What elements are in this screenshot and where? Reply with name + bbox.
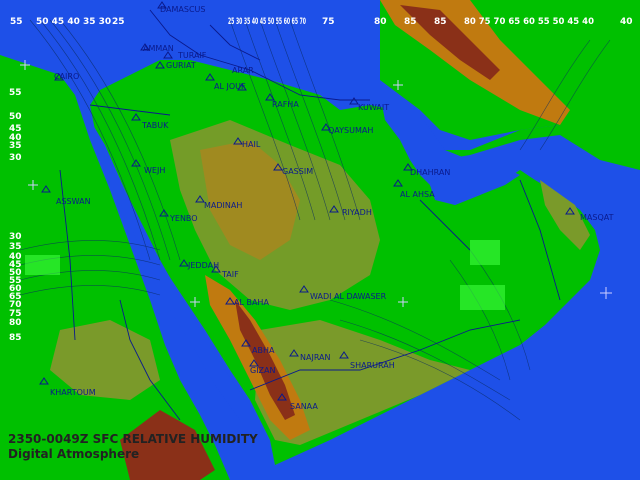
city-label: KUWAIT	[358, 103, 389, 112]
city-label: MADINAH	[204, 201, 242, 210]
city-label: GIZAN	[250, 366, 276, 375]
city-label: ASSWAN	[56, 197, 91, 206]
station-cairo[interactable]: CAIRO	[54, 72, 79, 81]
contour-tick: 35	[9, 141, 22, 151]
contour-tick: 85	[9, 333, 22, 343]
product-title: 2350-0049Z SFC RELATIVE HUMIDITY	[8, 432, 258, 446]
city-label: RAFHA	[272, 100, 299, 109]
contour-tick: 25	[112, 17, 125, 27]
city-label: AL JOUF	[214, 82, 246, 91]
city-label: TAIF	[221, 270, 239, 279]
city-label: RIYADH	[342, 208, 372, 217]
city-label: MASQAT	[580, 213, 614, 222]
city-label: ARAR	[232, 66, 254, 75]
station-amman[interactable]: AMMAN	[140, 43, 174, 53]
city-label: WADI AL DAWASER	[310, 292, 387, 301]
source-label: Digital Atmosphere	[8, 447, 140, 461]
contour-tick: 80 75 70 65 60 55 50 45 40	[464, 17, 594, 27]
contour-tick: 40	[620, 17, 633, 27]
contour-tick: 80	[374, 17, 387, 27]
city-label: HAIL	[242, 140, 261, 149]
contour-tick: 25 30 35 40 45 50 55 60 65 70	[228, 17, 306, 27]
city-label: AL AHSA	[400, 190, 435, 199]
city-label: GURIAT	[166, 61, 196, 70]
city-label: AMMAN	[143, 44, 174, 53]
contour-tick: 55	[10, 17, 23, 27]
contour-tick: 55	[9, 88, 22, 98]
station-qaysumah[interactable]: QAYSUMAH	[321, 123, 373, 135]
city-label: DAMASCUS	[160, 5, 205, 14]
map-caption: 2350-0049Z SFC RELATIVE HUMIDITY Digital…	[8, 432, 258, 462]
contour-tick: 85	[434, 17, 447, 27]
top-contour-ticks: 55 50 45 40 35 30 25 25 30 35 40 45 50 5…	[10, 17, 633, 27]
contour-tick: 50 45 40 35 30	[36, 17, 111, 27]
weather-map: DAMASCUS AMMAN TURAIF GURIAT CAIRO ARAR …	[0, 0, 640, 480]
contour-tick: 75	[322, 17, 335, 27]
station-aljouf[interactable]: AL JOUF	[214, 82, 247, 91]
humid-patch	[25, 255, 60, 275]
contour-tick: 85	[404, 17, 417, 27]
city-label: AL BAHA	[234, 298, 269, 307]
city-label: WEJH	[144, 166, 165, 175]
city-label: SANAA	[290, 402, 318, 411]
contour-tick: 80	[9, 318, 22, 328]
city-label: KHARTOUM	[50, 388, 96, 397]
city-label: TABUK	[141, 121, 169, 130]
map-canvas: DAMASCUS AMMAN TURAIF GURIAT CAIRO ARAR …	[0, 0, 640, 480]
humid-patch	[470, 240, 500, 265]
city-label: TURAIF	[177, 51, 207, 60]
city-label: DHAHRAN	[410, 168, 450, 177]
city-label: ABHA	[252, 346, 275, 355]
contour-tick: 35	[9, 242, 22, 252]
city-label: YENBO	[169, 214, 198, 223]
contour-tick: 50	[9, 112, 22, 122]
city-label: NAJRAN	[300, 353, 331, 362]
city-label: QAYSUMAH	[328, 126, 373, 135]
city-label: SHARURAH	[350, 361, 395, 370]
contour-tick: 30	[9, 232, 22, 242]
city-label: CAIRO	[54, 72, 79, 81]
contour-tick: 30	[9, 153, 22, 163]
city-label: GASSIM	[282, 167, 313, 176]
humid-patch	[460, 285, 505, 310]
